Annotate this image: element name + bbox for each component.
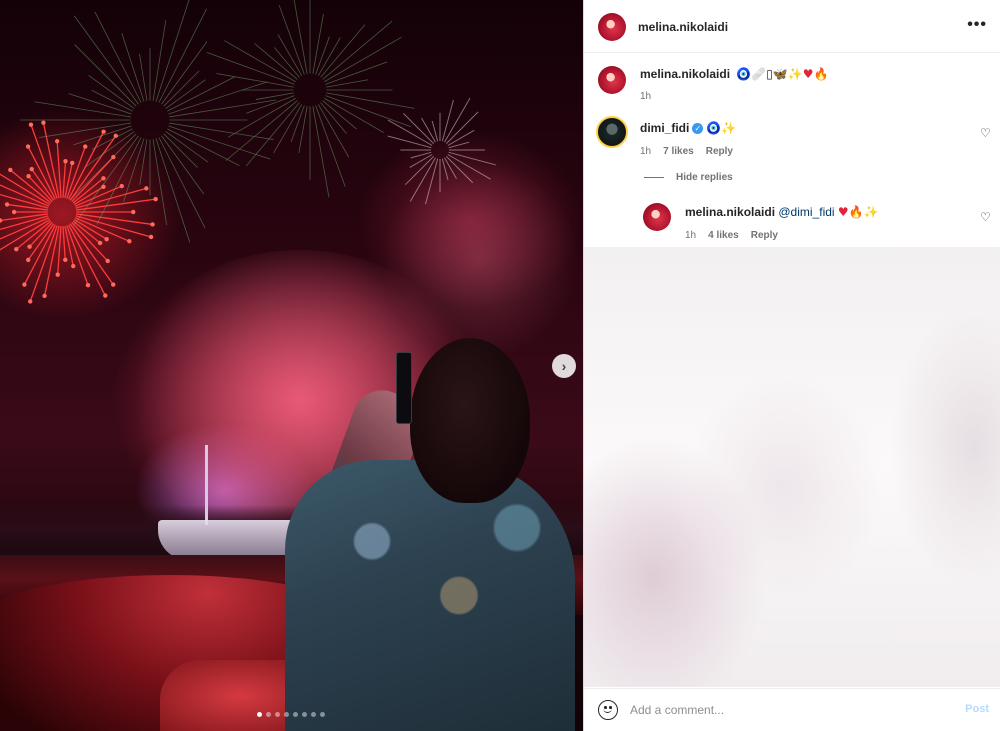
nazar-emoji: 🧿 bbox=[706, 121, 722, 135]
mention-link[interactable]: @dimi_fidi bbox=[778, 205, 834, 219]
phone-in-hand bbox=[396, 352, 412, 424]
divider bbox=[644, 177, 664, 178]
fire-emoji: 🔥 bbox=[848, 205, 864, 219]
caption-avatar[interactable] bbox=[598, 66, 626, 94]
comment-likes[interactable]: 7 likes bbox=[663, 146, 694, 157]
ship bbox=[158, 520, 298, 560]
sparkles-emoji: ✨ bbox=[863, 205, 879, 219]
hide-replies-button[interactable]: Hide replies bbox=[644, 172, 733, 183]
reply-button[interactable]: Reply bbox=[706, 146, 733, 157]
butterfly-emoji: 🦋 bbox=[772, 67, 788, 81]
red-heart-emoji: ♥ bbox=[802, 67, 814, 81]
emoji-picker-icon[interactable] bbox=[598, 700, 618, 720]
next-image-button[interactable]: › bbox=[552, 354, 576, 378]
like-reply-heart-icon[interactable]: ♡ bbox=[980, 211, 992, 223]
blurred-content bbox=[584, 247, 1000, 687]
ship-mast bbox=[205, 445, 208, 525]
carousel-dot bbox=[284, 712, 289, 717]
reply-button[interactable]: Reply bbox=[751, 230, 778, 241]
post-header: melina.nikolaidi ••• bbox=[584, 0, 1000, 53]
commenter-avatar[interactable] bbox=[596, 116, 628, 148]
add-comment-bar: Post bbox=[584, 688, 1000, 731]
comment-time: 1h bbox=[640, 146, 652, 157]
comment: dimi_fidi ✓ 🧿✨ 1h 7 likes Reply bbox=[640, 121, 736, 157]
verified-badge-icon: ✓ bbox=[692, 123, 704, 135]
like-comment-heart-icon[interactable]: ♡ bbox=[980, 127, 992, 139]
post-author-username[interactable]: melina.nikolaidi bbox=[638, 20, 728, 34]
carousel-dot bbox=[311, 712, 316, 717]
sparkles-emoji: ✨ bbox=[721, 121, 737, 135]
carousel-dot bbox=[257, 712, 262, 717]
post-comment-button[interactable]: Post bbox=[965, 703, 989, 715]
fire-emoji: 🔥 bbox=[813, 67, 829, 81]
chevron-right-icon: › bbox=[561, 358, 567, 374]
carousel-dot bbox=[302, 712, 307, 717]
missing-glyph: ▯ bbox=[766, 67, 773, 81]
hide-replies-label: Hide replies bbox=[676, 172, 733, 183]
bandage-emoji: 🩹 bbox=[751, 67, 767, 81]
caption: melina.nikolaidi 🧿🩹▯🦋✨♥🔥 1h bbox=[640, 67, 829, 102]
carousel-dot bbox=[320, 712, 325, 717]
carousel-dot bbox=[275, 712, 280, 717]
post-sidebar: melina.nikolaidi ••• melina.nikolaidi 🧿🩹… bbox=[583, 0, 1000, 731]
nazar-emoji: 🧿 bbox=[736, 67, 752, 81]
caption-time: 1h bbox=[640, 91, 652, 102]
person-silhouette bbox=[285, 460, 575, 731]
comment-username[interactable]: dimi_fidi bbox=[640, 121, 689, 135]
person-head bbox=[410, 338, 530, 503]
caption-username[interactable]: melina.nikolaidi bbox=[640, 67, 730, 81]
more-options-icon[interactable]: ••• bbox=[967, 16, 987, 34]
reply-avatar[interactable] bbox=[643, 203, 671, 231]
reply: melina.nikolaidi @dimi_fidi ♥🔥✨ 1h 4 lik… bbox=[685, 205, 879, 241]
sparkles-emoji: ✨ bbox=[787, 67, 803, 81]
reply-username[interactable]: melina.nikolaidi bbox=[685, 205, 775, 219]
reply-likes[interactable]: 4 likes bbox=[708, 230, 739, 241]
carousel-dots bbox=[257, 712, 325, 717]
comment-input[interactable] bbox=[630, 701, 950, 719]
carousel-dot bbox=[266, 712, 271, 717]
red-heart-emoji: ♥ bbox=[837, 205, 849, 219]
post-photo[interactable]: › bbox=[0, 0, 583, 731]
reply-time: 1h bbox=[685, 230, 697, 241]
carousel-dot bbox=[293, 712, 298, 717]
avatar[interactable] bbox=[598, 13, 626, 41]
